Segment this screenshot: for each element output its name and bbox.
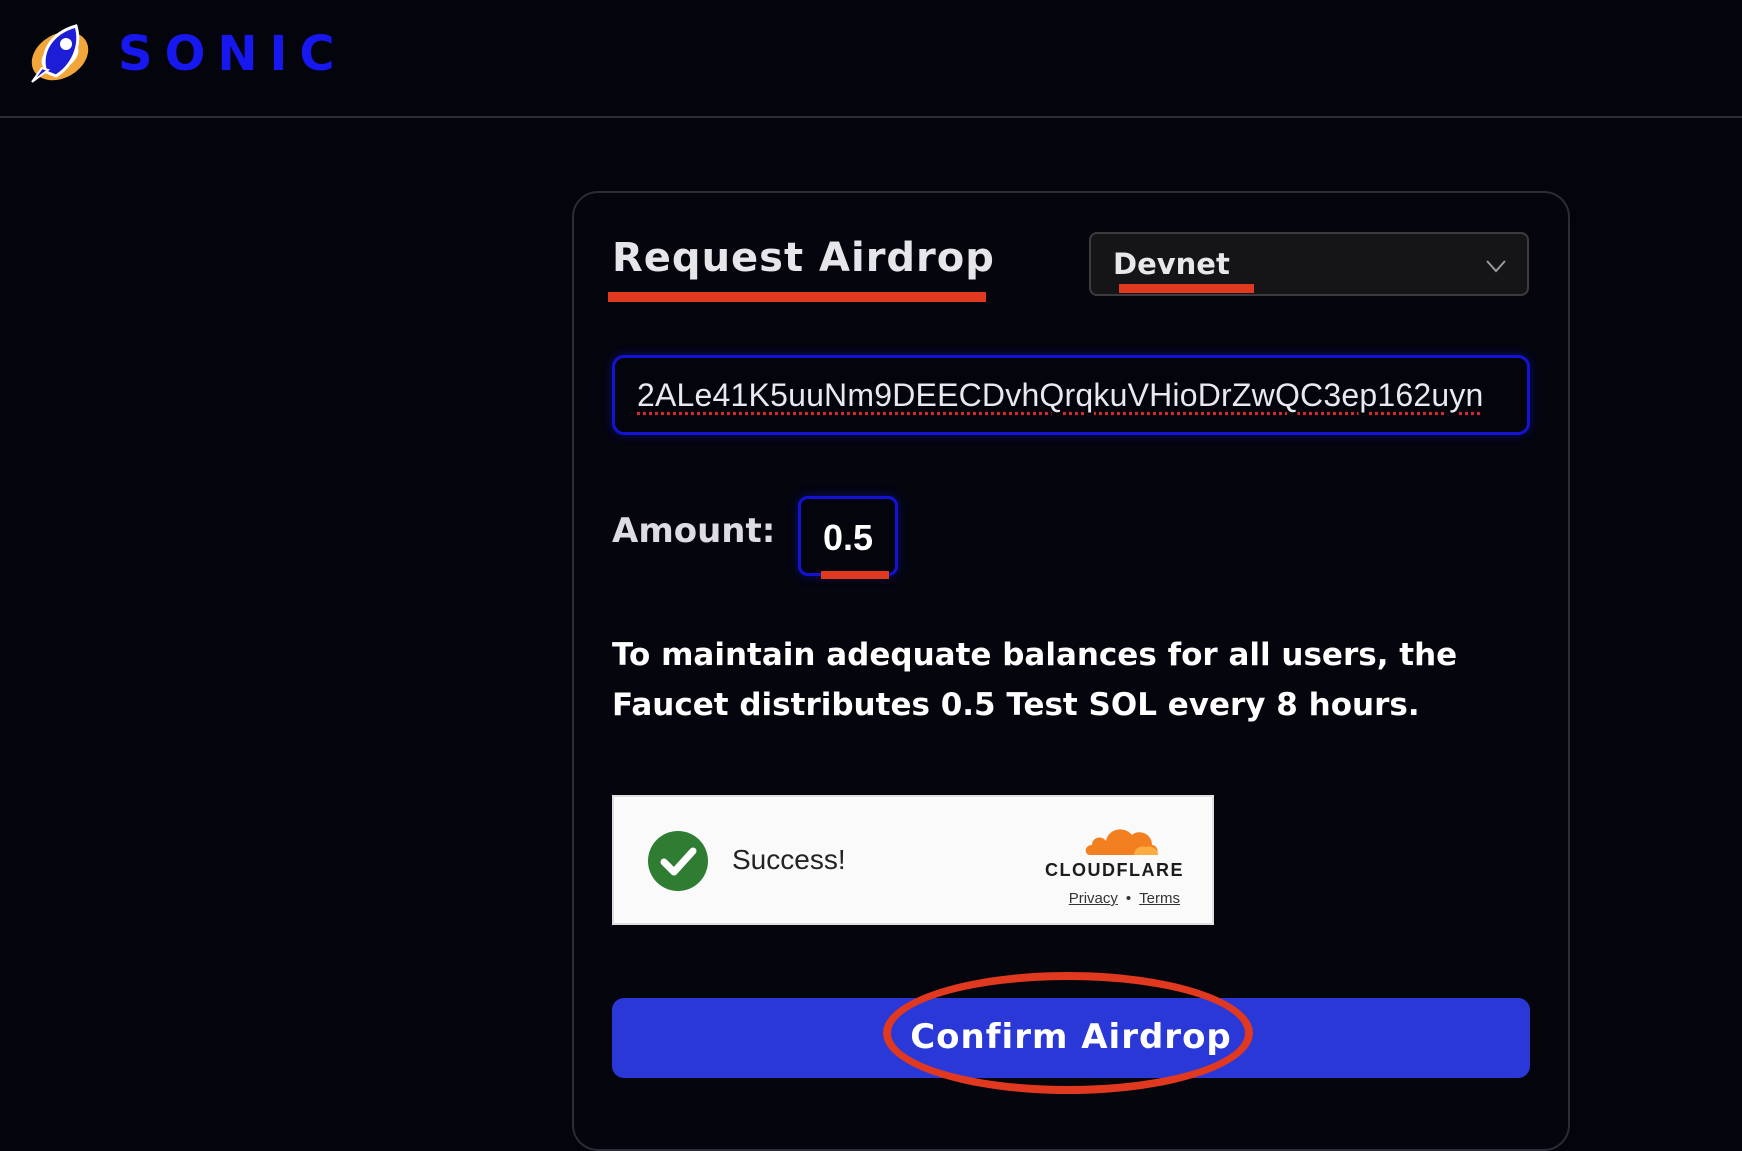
amount-value: 0.5 [801, 517, 895, 559]
sonic-logo-icon[interactable] [26, 20, 94, 88]
network-underline-annotation [1119, 284, 1254, 293]
amount-input[interactable]: 0.5 [798, 496, 898, 576]
amount-label: Amount: [612, 508, 775, 554]
confirm-airdrop-button[interactable]: Confirm Airdrop [612, 998, 1530, 1078]
wallet-address-value: 2ALe41K5uuNm9DEECDvhQrqkuVHioDrZwQC3ep16… [637, 374, 1484, 416]
amount-underline-annotation [821, 571, 889, 579]
faucet-notice: To maintain adequate balances for all us… [612, 630, 1542, 730]
confirm-airdrop-label: Confirm Airdrop [612, 1014, 1530, 1060]
check-icon [648, 831, 708, 891]
captcha-links: Privacy • Terms [1069, 889, 1180, 909]
captcha-status-text: Success! [732, 841, 846, 879]
top-header: SONIC [0, 0, 1742, 118]
page-title: Request Airdrop [612, 232, 995, 284]
cloudflare-cloud-icon [1082, 821, 1160, 857]
privacy-link[interactable]: Privacy [1069, 890, 1118, 907]
link-separator: • [1118, 890, 1139, 907]
network-selected-label: Devnet [1113, 242, 1230, 286]
terms-link[interactable]: Terms [1139, 890, 1180, 907]
title-underline-annotation [608, 292, 986, 302]
wallet-address-input[interactable]: 2ALe41K5uuNm9DEECDvhQrqkuVHioDrZwQC3ep16… [612, 355, 1530, 435]
brand-name: SONIC [118, 24, 347, 84]
cloudflare-captcha-widget[interactable]: Success! CLOUDFLARE Privacy • Terms [612, 795, 1214, 925]
chevron-down-icon [1485, 254, 1507, 276]
cloudflare-brand: CLOUDFLARE [1034, 859, 1184, 881]
